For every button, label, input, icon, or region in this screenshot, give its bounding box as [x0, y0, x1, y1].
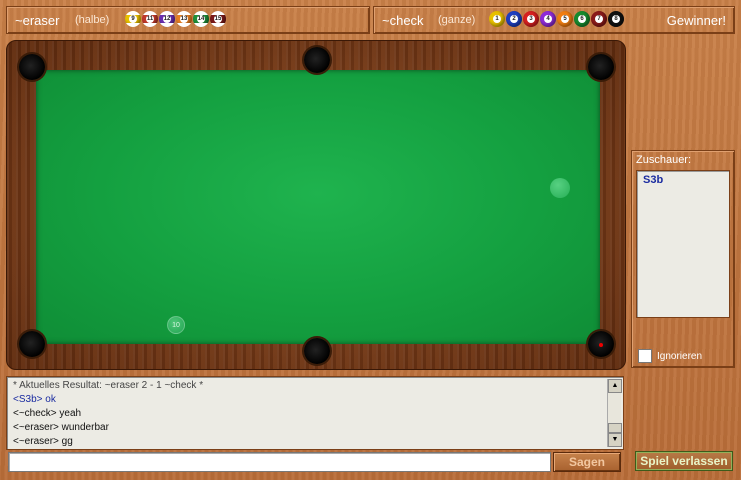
scroll-down-icon[interactable]: ▼	[608, 433, 622, 447]
chat-line: <~eraser> gg	[13, 436, 73, 447]
player-name: ~check	[382, 13, 424, 28]
ignore-checkbox[interactable]	[638, 349, 652, 363]
send-button[interactable]: Sagen	[553, 452, 621, 472]
ball-number: 11	[146, 15, 154, 23]
pocket-bottom-left	[19, 331, 45, 357]
pocket-top-right	[588, 54, 614, 80]
ball-15-icon: 15	[210, 11, 226, 27]
ball-10: 10	[167, 316, 185, 334]
ball-8-icon: 8	[608, 11, 624, 27]
ball-number: 7	[595, 15, 603, 23]
remaining-balls: 1 2 3 4 5 6 7 8	[489, 11, 624, 27]
pocket-top-middle	[304, 47, 330, 73]
spectators-panel: Zuschauer: S3b Ignorieren	[631, 150, 735, 368]
winner-label: Gewinner!	[666, 13, 726, 28]
ball-1-icon: 1	[489, 11, 505, 27]
scroll-up-icon[interactable]: ▲	[608, 379, 622, 393]
aim-dot	[599, 343, 603, 347]
leave-game-button[interactable]: Spiel verlassen	[635, 451, 733, 471]
ball-13-icon: 13	[176, 11, 192, 27]
chat-input[interactable]	[8, 452, 551, 472]
player-name: ~eraser	[15, 13, 60, 28]
ball-4-icon: 4	[540, 11, 556, 27]
chat-log[interactable]: * Aktuelles Resultat: ~eraser 2 - 1 ~che…	[6, 376, 624, 450]
ball-number: 12	[163, 15, 171, 23]
chat-line: * Aktuelles Resultat: ~eraser 2 - 1 ~che…	[13, 380, 204, 391]
spectators-list[interactable]: S3b	[636, 170, 730, 318]
remaining-balls: 9 11 12 13 14 15	[125, 11, 226, 27]
player-group: (halbe)	[75, 14, 110, 26]
ball-number: 5	[561, 15, 569, 23]
ball-number: 1	[493, 15, 501, 23]
ball-12-icon: 12	[159, 11, 175, 27]
ball-number: 15	[214, 15, 222, 23]
player-group: (ganze)	[438, 14, 476, 26]
chat-line: <~eraser> wunderbar	[13, 422, 109, 433]
chat-line: <~check> yeah	[13, 408, 82, 419]
ball-11-icon: 11	[142, 11, 158, 27]
player-panel-eraser: ~eraser (halbe) 9 11 12 13 14 15	[6, 6, 370, 34]
chat-scrollbar[interactable]: ▲ ▼	[607, 379, 622, 447]
table-felt[interactable]	[36, 70, 600, 344]
ball-number: 4	[544, 15, 552, 23]
ball-number: 2	[510, 15, 518, 23]
ball-3-icon: 3	[523, 11, 539, 27]
pocket-top-left	[19, 54, 45, 80]
ignore-label: Ignorieren	[657, 351, 703, 362]
spectator-item[interactable]: S3b	[643, 174, 663, 186]
ball-number: 8	[612, 15, 620, 23]
ball-6-icon: 6	[574, 11, 590, 27]
cue-ball[interactable]	[550, 178, 570, 198]
ball-number: 13	[180, 15, 188, 23]
ball-9-icon: 9	[125, 11, 141, 27]
scroll-thumb[interactable]	[608, 423, 622, 433]
ball-number: 9	[129, 15, 137, 23]
spectators-title: Zuschauer:	[636, 154, 692, 166]
ball-7-icon: 7	[591, 11, 607, 27]
ball-14-icon: 14	[193, 11, 209, 27]
ball-number: 14	[197, 15, 205, 23]
ball-number: 3	[527, 15, 535, 23]
pocket-bottom-middle	[304, 338, 330, 364]
ball-2-icon: 2	[506, 11, 522, 27]
ball-number: 6	[578, 15, 586, 23]
player-panel-check: ~check (ganze) 1 2 3 4 5 6 7 8 Gewinner!	[373, 6, 735, 34]
ball-5-icon: 5	[557, 11, 573, 27]
pool-table[interactable]: 10	[6, 40, 626, 370]
ball-10-label: 10	[172, 321, 180, 329]
chat-line: <S3b> ok	[13, 394, 56, 405]
